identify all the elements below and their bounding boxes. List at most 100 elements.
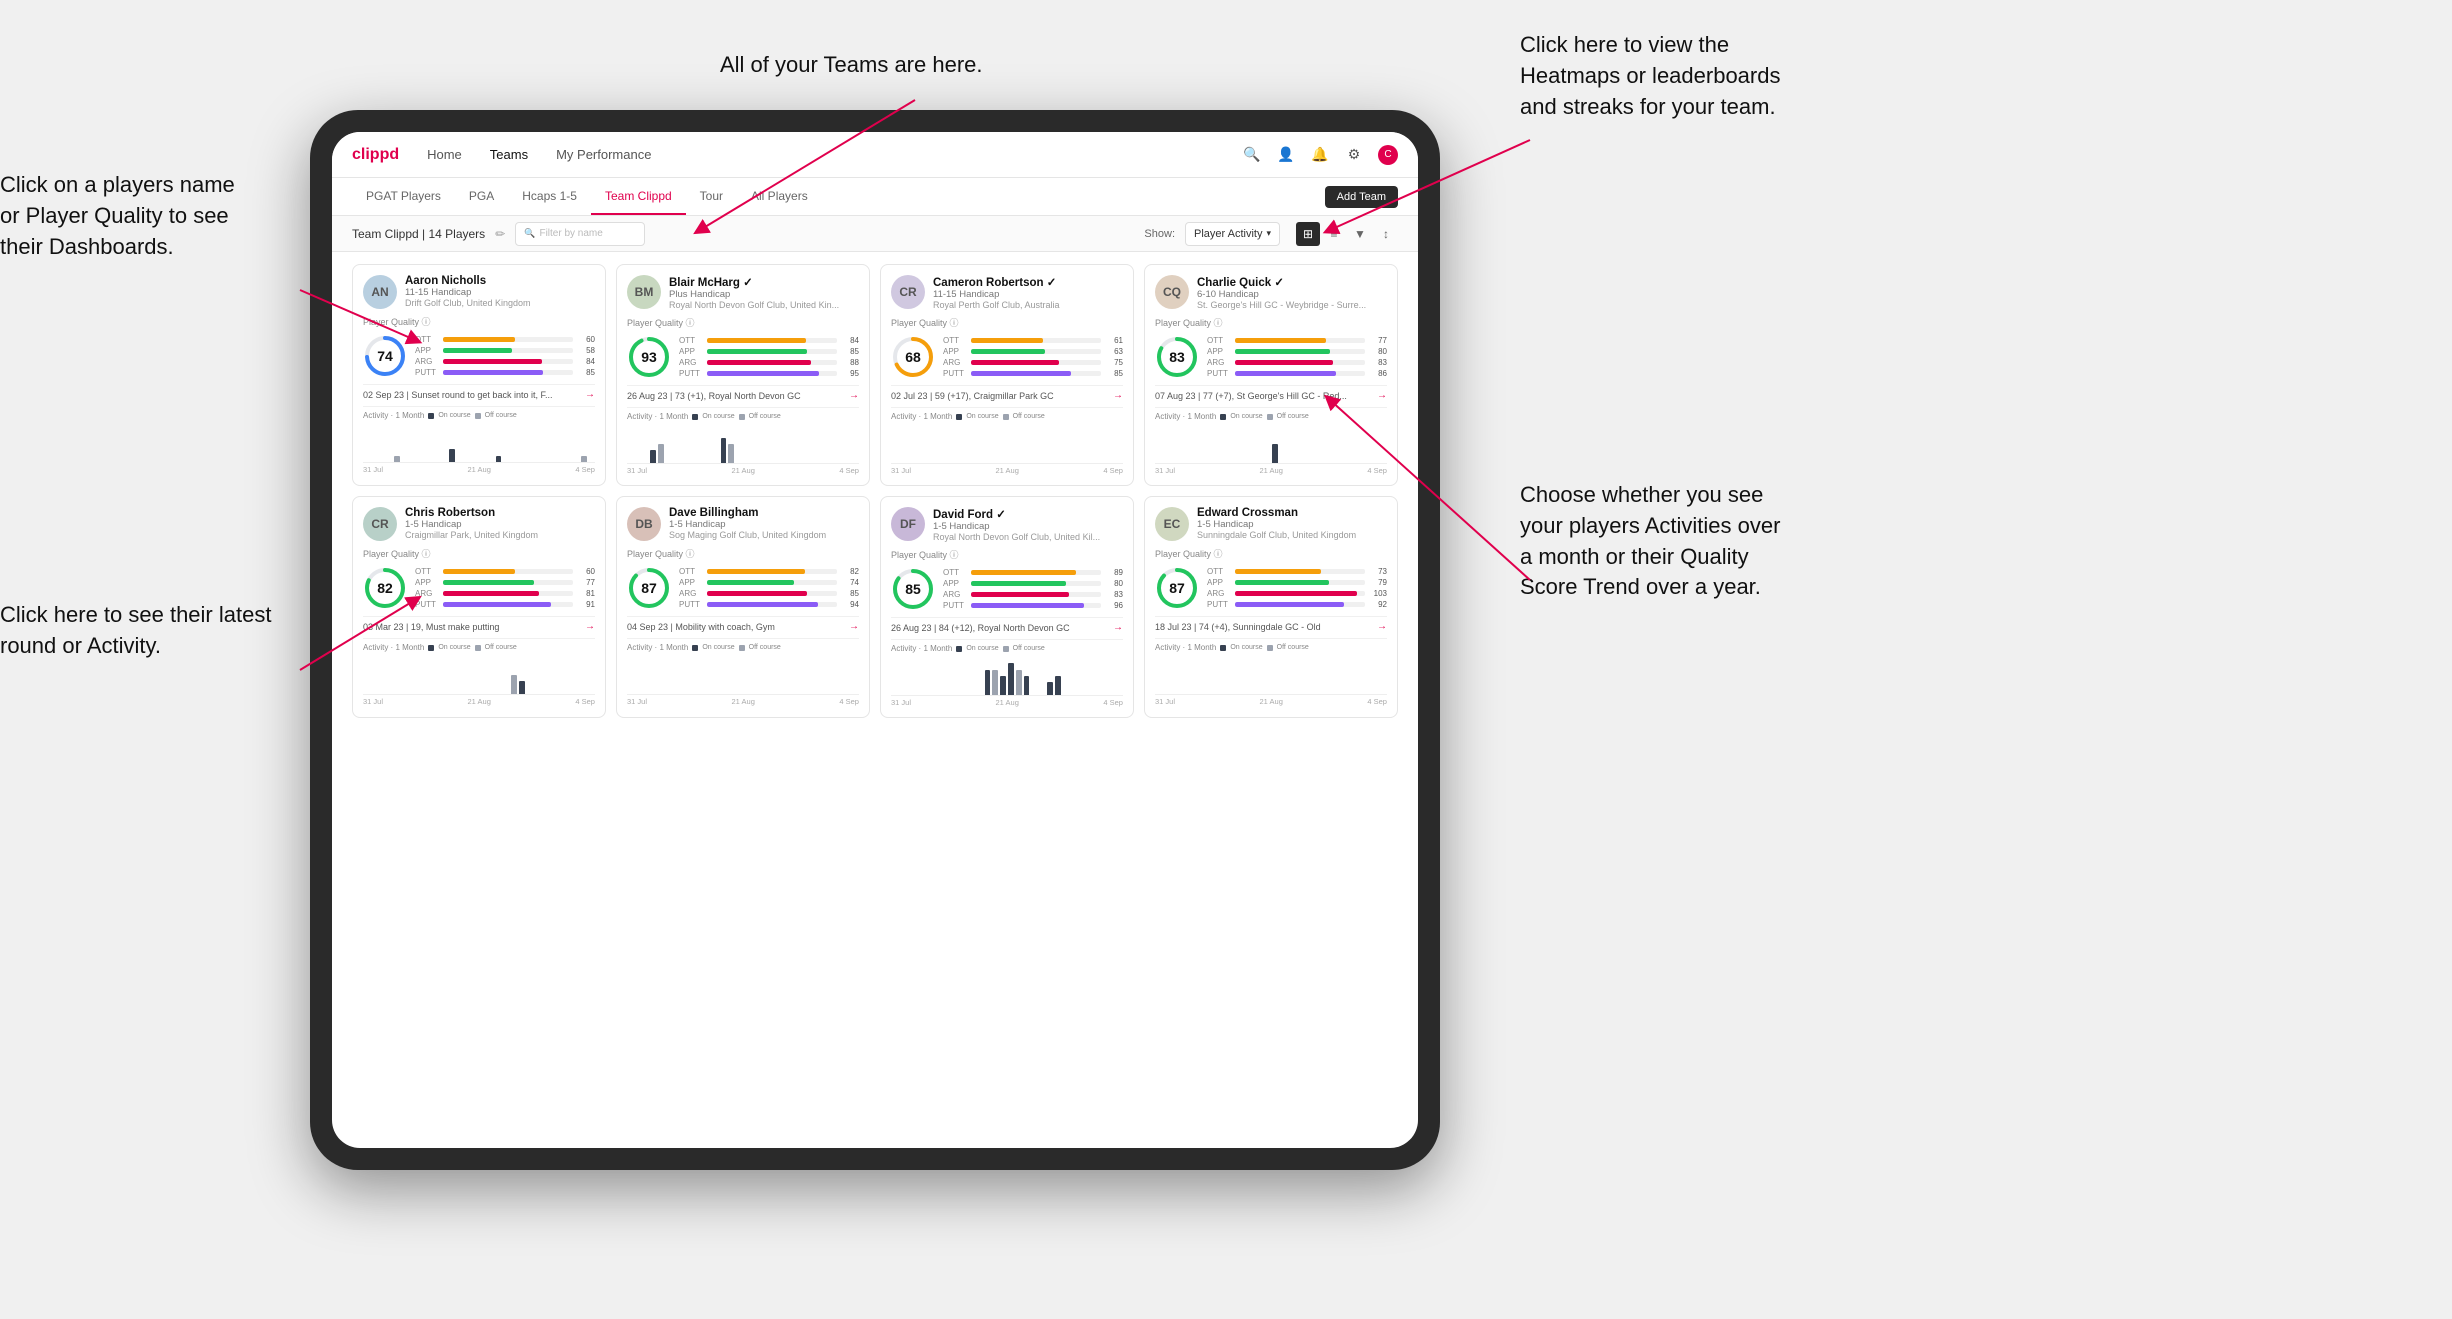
quality-number: 87	[641, 580, 657, 596]
player-handicap: 1-5 Handicap	[669, 519, 859, 530]
show-select[interactable]: Player Activity ▾	[1185, 222, 1280, 246]
ipad-frame: clippd Home Teams My Performance 🔍 👤 🔔 ⚙…	[310, 110, 1440, 1170]
avatar: BM	[627, 275, 661, 309]
latest-round[interactable]: 26 Aug 23 | 84 (+12), Royal North Devon …	[891, 617, 1123, 633]
activity-section: Activity · 1 Month On course Off course …	[627, 407, 859, 475]
quality-section[interactable]: 83 OTT 77 APP 80 ARG 83	[1155, 335, 1387, 379]
player-info: Aaron Nicholls 11-15 Handicap Drift Golf…	[405, 275, 595, 308]
player-card[interactable]: DF David Ford ✓ 1-5 Handicap Royal North…	[880, 496, 1134, 718]
player-card[interactable]: CQ Charlie Quick ✓ 6-10 Handicap St. Geo…	[1144, 264, 1398, 486]
quality-circle[interactable]: 68	[891, 335, 935, 379]
list-view-icon[interactable]: ≡	[1322, 222, 1346, 246]
latest-round[interactable]: 02 Jul 23 | 59 (+17), Craigmillar Park G…	[891, 385, 1123, 401]
latest-round-arrow: →	[849, 390, 859, 401]
activity-header: Activity · 1 Month On course Off course	[1155, 412, 1387, 421]
latest-round[interactable]: 02 Sep 23 | Sunset round to get back int…	[363, 384, 595, 400]
latest-round[interactable]: 03 Mar 23 | 19, Must make putting →	[363, 616, 595, 632]
quality-bars: OTT 82 APP 74 ARG 85 PUTT 94	[679, 567, 859, 609]
quality-section[interactable]: 74 OTT 60 APP 58 ARG 84	[363, 334, 595, 378]
player-info: Chris Robertson 1-5 Handicap Craigmillar…	[405, 507, 595, 540]
quality-circle[interactable]: 87	[1155, 566, 1199, 610]
player-info: Edward Crossman 1-5 Handicap Sunningdale…	[1197, 507, 1387, 540]
player-card[interactable]: CR Cameron Robertson ✓ 11-15 Handicap Ro…	[880, 264, 1134, 486]
player-header: DF David Ford ✓ 1-5 Handicap Royal North…	[891, 507, 1123, 542]
player-handicap: 1-5 Handicap	[405, 519, 595, 530]
sort-icon[interactable]: ↕	[1374, 222, 1398, 246]
edit-icon[interactable]: ✏	[495, 227, 505, 241]
quality-section[interactable]: 85 OTT 89 APP 80 ARG 83	[891, 567, 1123, 611]
tab-hcaps[interactable]: Hcaps 1-5	[508, 178, 591, 215]
activity-section: Activity · 1 Month On course Off course …	[1155, 407, 1387, 475]
ipad-screen: clippd Home Teams My Performance 🔍 👤 🔔 ⚙…	[332, 132, 1418, 1148]
add-team-button[interactable]: Add Team	[1325, 186, 1398, 208]
quality-section[interactable]: 87 OTT 73 APP 79 ARG 103	[1155, 566, 1387, 610]
player-card[interactable]: AN Aaron Nicholls 11-15 Handicap Drift G…	[352, 264, 606, 486]
activity-chart	[363, 423, 595, 463]
quality-circle[interactable]: 82	[363, 566, 407, 610]
quality-section[interactable]: 93 OTT 84 APP 85 ARG 88	[627, 335, 859, 379]
player-card[interactable]: EC Edward Crossman 1-5 Handicap Sunningd…	[1144, 496, 1398, 718]
player-name[interactable]: Dave Billingham	[669, 507, 859, 519]
player-card[interactable]: BM Blair McHarg ✓ Plus Handicap Royal No…	[616, 264, 870, 486]
user-icon[interactable]: 👤	[1276, 145, 1296, 165]
player-card[interactable]: CR Chris Robertson 1-5 Handicap Craigmil…	[352, 496, 606, 718]
nav-item-teams[interactable]: Teams	[490, 147, 528, 162]
latest-round[interactable]: 07 Aug 23 | 77 (+7), St George's Hill GC…	[1155, 385, 1387, 401]
player-name[interactable]: Edward Crossman	[1197, 507, 1387, 519]
tab-team-clippd[interactable]: Team Clippd	[591, 178, 686, 215]
quality-section[interactable]: 68 OTT 61 APP 63 ARG 75	[891, 335, 1123, 379]
latest-round-text: 02 Jul 23 | 59 (+17), Craigmillar Park G…	[891, 391, 1109, 401]
player-card[interactable]: DB Dave Billingham 1-5 Handicap Sog Magi…	[616, 496, 870, 718]
toolbar: Team Clippd | 14 Players ✏ 🔍 Filter by n…	[332, 216, 1418, 252]
activity-chart	[627, 655, 859, 695]
activity-section: Activity · 1 Month On course Off course …	[1155, 638, 1387, 706]
player-club: Craigmillar Park, United Kingdom	[405, 530, 595, 540]
filter-icon[interactable]: ▼	[1348, 222, 1372, 246]
player-name[interactable]: David Ford ✓	[933, 507, 1123, 521]
nav-logo: clippd	[352, 146, 399, 164]
latest-round[interactable]: 04 Sep 23 | Mobility with coach, Gym →	[627, 616, 859, 632]
tab-all-players[interactable]: All Players	[737, 178, 822, 215]
quality-circle[interactable]: 83	[1155, 335, 1199, 379]
player-name[interactable]: Aaron Nicholls	[405, 275, 595, 287]
tab-pgat[interactable]: PGAT Players	[352, 178, 455, 215]
quality-circle[interactable]: 74	[363, 334, 407, 378]
latest-round[interactable]: 26 Aug 23 | 73 (+1), Royal North Devon G…	[627, 385, 859, 401]
quality-number: 93	[641, 349, 657, 365]
quality-section[interactable]: 87 OTT 82 APP 74 ARG 85	[627, 566, 859, 610]
avatar-icon[interactable]: C	[1378, 145, 1398, 165]
quality-circle[interactable]: 87	[627, 566, 671, 610]
nav-item-performance[interactable]: My Performance	[556, 147, 651, 162]
nav-item-home[interactable]: Home	[427, 147, 462, 162]
quality-circle[interactable]: 93	[627, 335, 671, 379]
quality-bars: OTT 60 APP 58 ARG 84 PUTT 85	[415, 335, 595, 377]
chevron-down-icon: ▾	[1266, 228, 1271, 239]
quality-section[interactable]: 82 OTT 60 APP 77 ARG 81	[363, 566, 595, 610]
player-name[interactable]: Blair McHarg ✓	[669, 275, 859, 289]
latest-round-text: 03 Mar 23 | 19, Must make putting	[363, 622, 581, 632]
tab-tour[interactable]: Tour	[686, 178, 737, 215]
bell-icon[interactable]: 🔔	[1310, 145, 1330, 165]
player-name[interactable]: Charlie Quick ✓	[1197, 275, 1387, 289]
quality-label: Player Quality ⓘ	[627, 547, 859, 560]
quality-label: Player Quality ⓘ	[891, 316, 1123, 329]
quality-circle[interactable]: 85	[891, 567, 935, 611]
activity-chart	[1155, 655, 1387, 695]
activity-section: Activity · 1 Month On course Off course …	[891, 407, 1123, 475]
search-input[interactable]: 🔍 Filter by name	[515, 222, 645, 246]
settings-icon[interactable]: ⚙	[1344, 145, 1364, 165]
activity-section: Activity · 1 Month On course Off course …	[363, 638, 595, 706]
nav-icons: 🔍 👤 🔔 ⚙ C	[1242, 145, 1398, 165]
latest-round-text: 02 Sep 23 | Sunset round to get back int…	[363, 390, 581, 400]
quality-bars: OTT 77 APP 80 ARG 83 PUTT 86	[1207, 336, 1387, 378]
player-club: Royal Perth Golf Club, Australia	[933, 300, 1123, 310]
player-name[interactable]: Cameron Robertson ✓	[933, 275, 1123, 289]
player-name[interactable]: Chris Robertson	[405, 507, 595, 519]
avatar: EC	[1155, 507, 1189, 541]
latest-round[interactable]: 18 Jul 23 | 74 (+4), Sunningdale GC - Ol…	[1155, 616, 1387, 632]
tab-pga[interactable]: PGA	[455, 178, 508, 215]
quality-label: Player Quality ⓘ	[363, 315, 595, 328]
avatar: CR	[363, 507, 397, 541]
grid-view-icon[interactable]: ⊞	[1296, 222, 1320, 246]
search-icon[interactable]: 🔍	[1242, 145, 1262, 165]
